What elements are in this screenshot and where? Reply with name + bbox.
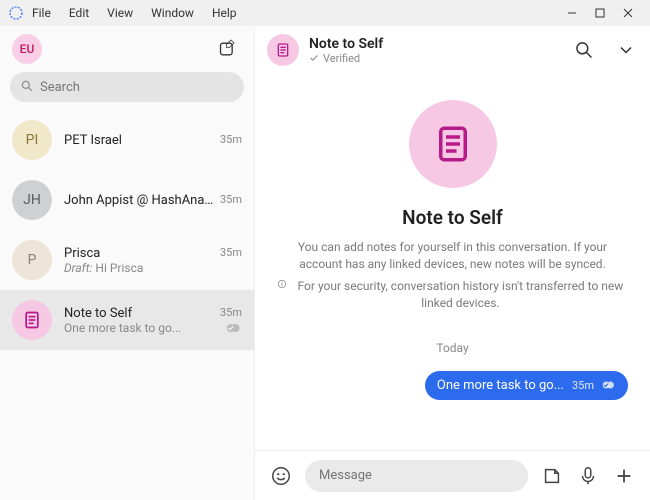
- voice-message-button[interactable]: [576, 464, 600, 488]
- chat-search-button[interactable]: [572, 38, 596, 62]
- titlebar: File Edit View Window Help: [0, 0, 650, 26]
- search-input[interactable]: [10, 72, 244, 102]
- plus-icon: [613, 465, 635, 487]
- sidebar: EU PI PET Israel 35m: [0, 26, 255, 500]
- attach-button[interactable]: [612, 464, 636, 488]
- search-icon: [20, 79, 34, 93]
- chat-header-avatar[interactable]: [267, 34, 299, 66]
- chat-hero-avatar: [409, 100, 497, 188]
- message-time: 35m: [572, 379, 594, 392]
- app-logo-icon: [8, 5, 24, 21]
- menu-view[interactable]: View: [107, 6, 133, 20]
- chat-title: Note to Self: [309, 36, 572, 52]
- note-icon: [432, 123, 474, 165]
- emoji-icon: [270, 465, 292, 487]
- chat-menu-button[interactable]: [614, 38, 638, 62]
- chat-header: Note to Self Verified: [255, 26, 650, 74]
- note-to-self-avatar: [12, 300, 52, 340]
- microphone-icon: [577, 465, 599, 487]
- composer: [255, 450, 650, 500]
- delivered-status-icon: [602, 380, 616, 390]
- sticker-button[interactable]: [540, 464, 564, 488]
- delivered-status-icon: [226, 323, 242, 333]
- message-input[interactable]: [305, 460, 528, 492]
- avatar: PI: [12, 120, 52, 160]
- chat-body: Note to Self You can add notes for yours…: [255, 74, 650, 450]
- conversation-time: 35m: [220, 133, 242, 148]
- compose-button[interactable]: [214, 35, 242, 63]
- conversation-preview: One more task to go...: [64, 321, 181, 335]
- check-icon: [309, 53, 319, 63]
- conversation-preview: Hi Prisca: [95, 261, 143, 275]
- conversation-name: Note to Self: [64, 306, 132, 321]
- menu-edit[interactable]: Edit: [69, 6, 89, 20]
- avatar: P: [12, 240, 52, 280]
- conversation-name: Prisca: [64, 246, 100, 261]
- conversation-time: 35m: [220, 193, 242, 208]
- conversation-item[interactable]: Note to Self 35m One more task to go...: [0, 290, 254, 350]
- window-minimize-button[interactable]: [558, 3, 586, 23]
- message-row: One more task to go... 35m: [277, 371, 628, 400]
- note-icon: [22, 310, 42, 330]
- conversation-item[interactable]: P Prisca 35m Draft: Hi Prisca: [0, 230, 254, 290]
- search-icon: [574, 40, 594, 60]
- chat-hero-title: Note to Self: [402, 206, 503, 229]
- conversation-name: John Appist @ HashAnal...: [64, 193, 214, 208]
- conversation-item[interactable]: PI PET Israel 35m: [0, 110, 254, 170]
- emoji-button[interactable]: [269, 464, 293, 488]
- chevron-down-icon: [616, 40, 636, 60]
- window-maximize-button[interactable]: [586, 3, 614, 23]
- chat-description-line2: For your security, conversation history …: [293, 278, 628, 313]
- menu-help[interactable]: Help: [212, 6, 237, 20]
- conversation-list: PI PET Israel 35m JH John Appist @ HashA…: [0, 110, 254, 500]
- profile-avatar[interactable]: EU: [12, 34, 42, 64]
- avatar: JH: [12, 180, 52, 220]
- menu-file[interactable]: File: [32, 6, 51, 20]
- conversation-time: 35m: [220, 246, 242, 261]
- conversation-item[interactable]: JH John Appist @ HashAnal... 35m: [0, 170, 254, 230]
- note-icon: [275, 42, 291, 58]
- chat-description-line1: You can add notes for yourself in this c…: [277, 239, 628, 274]
- message-text: One more task to go...: [437, 378, 564, 393]
- compose-icon: [218, 39, 238, 59]
- draft-label: Draft:: [64, 261, 92, 275]
- conversation-time: 35m: [220, 306, 242, 321]
- window-close-button[interactable]: [614, 3, 642, 23]
- message-bubble-outgoing[interactable]: One more task to go... 35m: [425, 371, 628, 400]
- chat-description: You can add notes for yourself in this c…: [277, 239, 628, 313]
- date-separator: Today: [436, 341, 468, 355]
- sticker-icon: [541, 465, 563, 487]
- info-icon: [277, 278, 287, 290]
- chat-pane: Note to Self Verified Note to Self You c…: [255, 26, 650, 500]
- menu-window[interactable]: Window: [151, 6, 194, 20]
- conversation-name: PET Israel: [64, 133, 122, 148]
- chat-verified-label: Verified: [309, 52, 572, 65]
